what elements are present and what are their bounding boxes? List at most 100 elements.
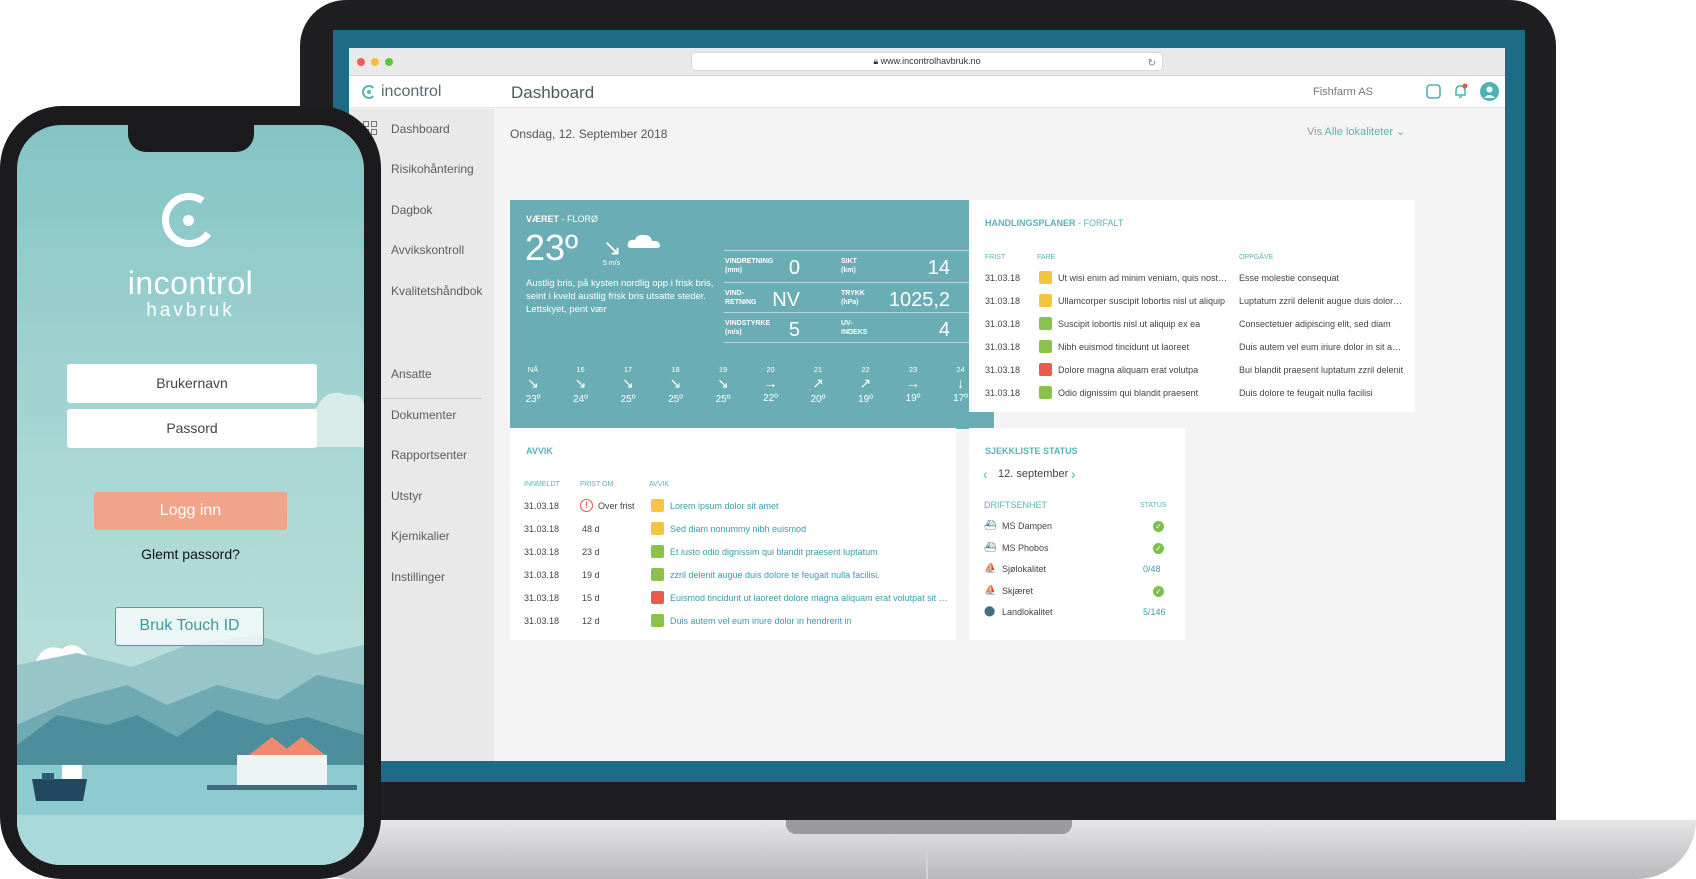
checklist-status-count[interactable]: 0/48 bbox=[1143, 564, 1161, 574]
prev-date-icon[interactable]: ‹ bbox=[983, 466, 988, 482]
username-field[interactable]: Brukernavn bbox=[67, 364, 317, 403]
plan-task[interactable]: Esse molestie consequat bbox=[1239, 273, 1407, 283]
forecast-temperature: 25º bbox=[668, 394, 683, 405]
phone-screen: incontrol havbruk Brukernavn Passord Log… bbox=[17, 125, 364, 865]
avatar-icon[interactable] bbox=[1480, 82, 1499, 101]
forecast-hour: 20 → 22º bbox=[751, 365, 791, 404]
weather-grid-line bbox=[724, 312, 980, 313]
deviation-reported-date: 31.03.18 bbox=[524, 547, 560, 557]
column-oppgave: OPPGÅVE bbox=[1239, 254, 1274, 261]
action-plans-card: HANDLINGSPLANER - FORFALT FRIST FARE OPP… bbox=[969, 200, 1415, 412]
sidebar-item-kvalitetshandbok[interactable]: Kvalitetshåndbok bbox=[391, 284, 482, 298]
forecast-temperature: 23º bbox=[525, 394, 541, 405]
forecast-time: 22 bbox=[861, 365, 870, 374]
deviation-link[interactable]: Duis autem vel eum iriure dolor in hendr… bbox=[670, 616, 948, 626]
forecast-time: NÅ bbox=[527, 365, 539, 374]
plan-hazard[interactable]: Odio dignissim qui blandit praesent bbox=[1058, 388, 1230, 398]
plan-task[interactable]: Bui blandit praesent luptatum zzril dele… bbox=[1239, 365, 1407, 375]
check-complete-icon: ✓ bbox=[1153, 542, 1164, 554]
plan-hazard[interactable]: Ut wisi enim ad minim veniam, quis nostr… bbox=[1058, 273, 1230, 283]
forecast-temperature: 19º bbox=[858, 394, 873, 405]
forgot-password-link[interactable]: Glemt passord? bbox=[17, 546, 364, 562]
forecast-temperature: 22º bbox=[763, 393, 778, 404]
chat-icon[interactable] bbox=[1425, 83, 1442, 100]
browser-chrome: 🔒︎ www.incontrolhavbruk.no ↻ bbox=[349, 48, 1505, 76]
plan-task[interactable]: Duis autem vel eum iriure dolor in sit a… bbox=[1239, 342, 1407, 352]
deviation-link[interactable]: Et iusto odio dignissim qui blandit prae… bbox=[670, 547, 948, 557]
logo-dot bbox=[183, 215, 194, 226]
plan-task[interactable]: Luptatum zzril delenit augue duis dolore… bbox=[1239, 296, 1407, 306]
checklist-unit-name[interactable]: MS Phobos bbox=[1002, 543, 1049, 553]
brand-logo[interactable]: incontrol bbox=[362, 81, 441, 103]
filter-value[interactable]: Alle lokaliteter bbox=[1325, 126, 1393, 138]
plan-hazard[interactable]: Dolore magna aliquam erat volutpa bbox=[1058, 365, 1230, 375]
column-status: STATUS bbox=[1140, 502, 1167, 509]
checklist-unit-name[interactable]: Skjæret bbox=[1002, 586, 1033, 596]
plan-deadline: 31.03.18 bbox=[985, 388, 1021, 398]
checklist-unit-name[interactable]: Landlokalitet bbox=[1002, 607, 1053, 617]
logo-name: incontrol bbox=[127, 265, 254, 301]
plan-task[interactable]: Consectetuer adipiscing elit, sed diam bbox=[1239, 319, 1407, 329]
sidebar-item-avvikskontroll[interactable]: Avvikskontroll bbox=[391, 243, 464, 257]
close-window-button[interactable] bbox=[357, 58, 365, 66]
touch-id-button[interactable]: Bruk Touch ID bbox=[115, 607, 264, 646]
deviation-level-indicator bbox=[651, 545, 664, 558]
address-bar[interactable]: 🔒︎ www.incontrolhavbruk.no ↻ bbox=[691, 52, 1163, 71]
wind-arrow-icon: ↘ bbox=[669, 375, 682, 391]
forecast-hour: 22 ↗ 19º bbox=[846, 365, 886, 405]
deviation-due: 19 d bbox=[582, 570, 600, 580]
checklist-title: SJEKKLISTE STATUS bbox=[985, 446, 1078, 456]
column-avvik: AVVIK bbox=[649, 481, 670, 488]
minimize-window-button[interactable] bbox=[371, 58, 379, 66]
risk-level-indicator bbox=[1039, 317, 1052, 330]
sidebar-item-risikohantering[interactable]: Risikohåntering bbox=[391, 162, 474, 176]
forecast-hour: 16 ↘ 24º bbox=[561, 365, 601, 405]
risk-level-indicator bbox=[1039, 363, 1052, 376]
app-header: incontrol Dashboard Fishfarm AS bbox=[349, 76, 1505, 108]
checklist-status-count[interactable]: 5/146 bbox=[1143, 607, 1166, 617]
deviation-reported-date: 31.03.18 bbox=[524, 570, 560, 580]
brand-name: incontrol bbox=[381, 83, 442, 100]
maximize-window-button[interactable] bbox=[385, 58, 393, 66]
deviation-link[interactable]: Lorem ipsum dolor sit amet bbox=[670, 501, 948, 511]
sidebar-item-ansatte[interactable]: Ansatte bbox=[391, 367, 432, 381]
deviations-card: AVVIK INNMELDT FRIST OM AVVIK 31.03.18! O… bbox=[510, 428, 956, 640]
organization-name[interactable]: Fishfarm AS bbox=[1313, 86, 1373, 98]
next-date-icon[interactable]: › bbox=[1071, 466, 1076, 482]
checklist-card: SJEKKLISTE STATUS ‹ 12. september › DRIF… bbox=[969, 428, 1185, 640]
forecast-time: 19 bbox=[718, 365, 728, 374]
plan-hazard[interactable]: Suscipit lobortis nisl ut aliquip ex ea bbox=[1058, 319, 1230, 329]
wind-direction-icon: ↘ bbox=[603, 235, 622, 260]
plan-task[interactable]: Duis dolore te feugait nulla facilisi bbox=[1239, 388, 1407, 398]
sidebar-item-dashboard[interactable]: Dashboard bbox=[391, 122, 450, 136]
deviation-link[interactable]: zzril delenit augue duis dolore te feuga… bbox=[670, 570, 948, 580]
deviation-due: 15 d bbox=[582, 593, 600, 603]
password-field[interactable]: Passord bbox=[67, 409, 317, 448]
reload-icon[interactable]: ↻ bbox=[1148, 55, 1156, 72]
sidebar-item-kjemikalier[interactable]: Kjemikalier bbox=[391, 529, 450, 543]
plan-hazard[interactable]: Ullamcorper suscipit lobortis nisl ut al… bbox=[1058, 296, 1230, 306]
sidebar-item-dokumenter[interactable]: Dokumenter bbox=[391, 408, 456, 422]
risk-level-indicator bbox=[1039, 340, 1052, 353]
deviation-reported-date: 31.03.18 bbox=[524, 616, 560, 626]
sidebar-item-rapportsenter[interactable]: Rapportsenter bbox=[391, 448, 467, 462]
sidebar-item-dagbok[interactable]: Dagbok bbox=[391, 203, 432, 217]
checklist-unit-name[interactable]: MS Dampen bbox=[1002, 521, 1052, 531]
weather-card: VÆRET - FLORØ 23º ↘ 5 m/s Austlig bris, … bbox=[510, 200, 994, 429]
wind-arrow-icon: ↘ bbox=[717, 375, 729, 391]
login-button[interactable]: Logg inn bbox=[94, 492, 287, 530]
plan-hazard[interactable]: Nibh euismod tincidunt ut laoreet bbox=[1058, 342, 1230, 352]
chevron-down-icon: ⌄ bbox=[1396, 126, 1406, 138]
forecast-temperature: 24º bbox=[573, 394, 588, 405]
deviation-link[interactable]: Sed diam nonummy nibh euismod bbox=[670, 524, 948, 534]
deviation-link[interactable]: Euismod tincidunt ut laoreet dolore magn… bbox=[670, 593, 948, 603]
wind-arrow-icon: ↘ bbox=[574, 375, 587, 391]
current-date: Onsdag, 12. September 2018 bbox=[510, 127, 668, 141]
bell-icon[interactable] bbox=[1452, 83, 1469, 100]
checklist-unit-name[interactable]: Sjølokalitet bbox=[1002, 564, 1046, 574]
checklist-date: 12. september bbox=[998, 468, 1069, 480]
location-filter[interactable]: Vis Alle lokaliteter ⌄ bbox=[1307, 125, 1405, 138]
sidebar-item-instillinger[interactable]: Instillinger bbox=[391, 570, 445, 584]
sidebar-item-utstyr[interactable]: Utstyr bbox=[391, 489, 422, 503]
plan-deadline: 31.03.18 bbox=[985, 296, 1021, 306]
